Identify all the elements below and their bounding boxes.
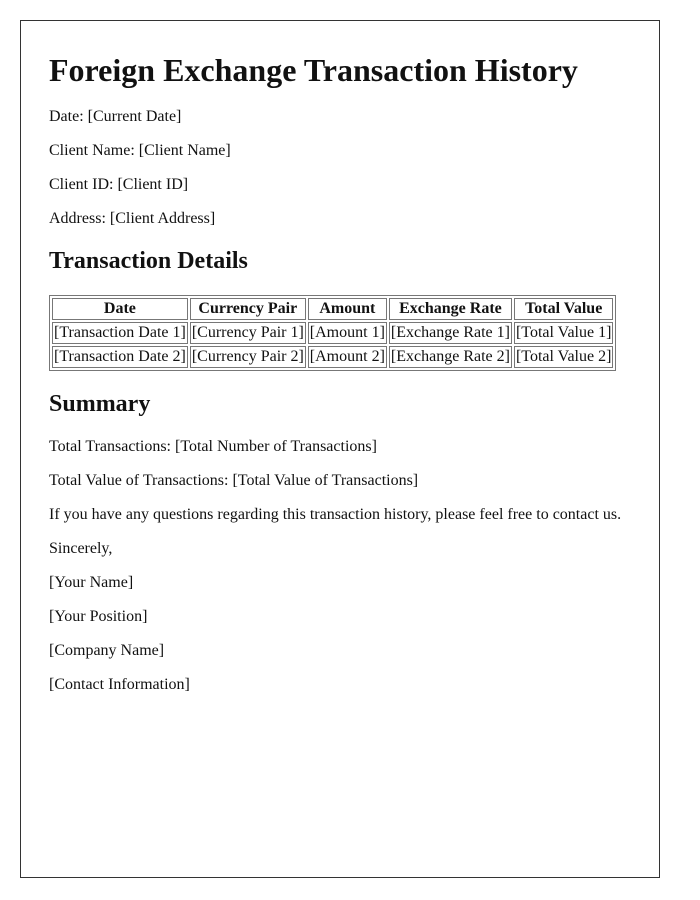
transaction-details-heading: Transaction Details	[49, 248, 248, 274]
cell-currency-pair: [Currency Pair 1]	[189, 322, 306, 344]
signer-position: [Your Position]	[49, 608, 148, 625]
client-id-field: Client ID: [Client ID]	[49, 176, 189, 193]
summary-heading: Summary	[49, 391, 151, 417]
column-header-currency-pair: Currency Pair	[189, 298, 306, 320]
cell-amount: [Amount 2]	[307, 346, 387, 368]
cell-amount: [Amount 1]	[307, 322, 387, 344]
cell-date: [Transaction Date 1]	[52, 322, 188, 344]
date-field: Date: [Current Date]	[49, 108, 182, 125]
address-field: Address: [Client Address]	[49, 210, 216, 227]
cell-date: [Transaction Date 2]	[52, 346, 188, 368]
company-name: [Company Name]	[49, 642, 165, 659]
column-header-total-value: Total Value	[513, 298, 614, 320]
column-header-amount: Amount	[307, 298, 387, 320]
contact-information: [Contact Information]	[49, 676, 190, 693]
table-row: [Transaction Date 2] [Currency Pair 2] […	[52, 346, 614, 368]
client-name-field: Client Name: [Client Name]	[49, 142, 231, 159]
document-page: Foreign Exchange Transaction History Dat…	[20, 20, 660, 878]
page-title: Foreign Exchange Transaction History	[49, 52, 578, 88]
column-header-exchange-rate: Exchange Rate	[388, 298, 512, 320]
cell-currency-pair: [Currency Pair 2]	[189, 346, 306, 368]
contact-note: If you have any questions regarding this…	[49, 506, 622, 523]
column-header-date: Date	[52, 298, 188, 320]
total-value: Total Value of Transactions: [Total Valu…	[49, 472, 419, 489]
signer-name: [Your Name]	[49, 574, 134, 591]
cell-total-value: [Total Value 2]	[513, 346, 614, 368]
table-row: [Transaction Date 1] [Currency Pair 1] […	[52, 322, 614, 344]
closing-salutation: Sincerely,	[49, 540, 113, 557]
cell-exchange-rate: [Exchange Rate 1]	[388, 322, 512, 344]
table-header-row: Date Currency Pair Amount Exchange Rate …	[52, 298, 614, 320]
cell-total-value: [Total Value 1]	[513, 322, 614, 344]
total-transactions: Total Transactions: [Total Number of Tra…	[49, 438, 377, 455]
cell-exchange-rate: [Exchange Rate 2]	[388, 346, 512, 368]
transaction-table: Date Currency Pair Amount Exchange Rate …	[49, 295, 617, 371]
